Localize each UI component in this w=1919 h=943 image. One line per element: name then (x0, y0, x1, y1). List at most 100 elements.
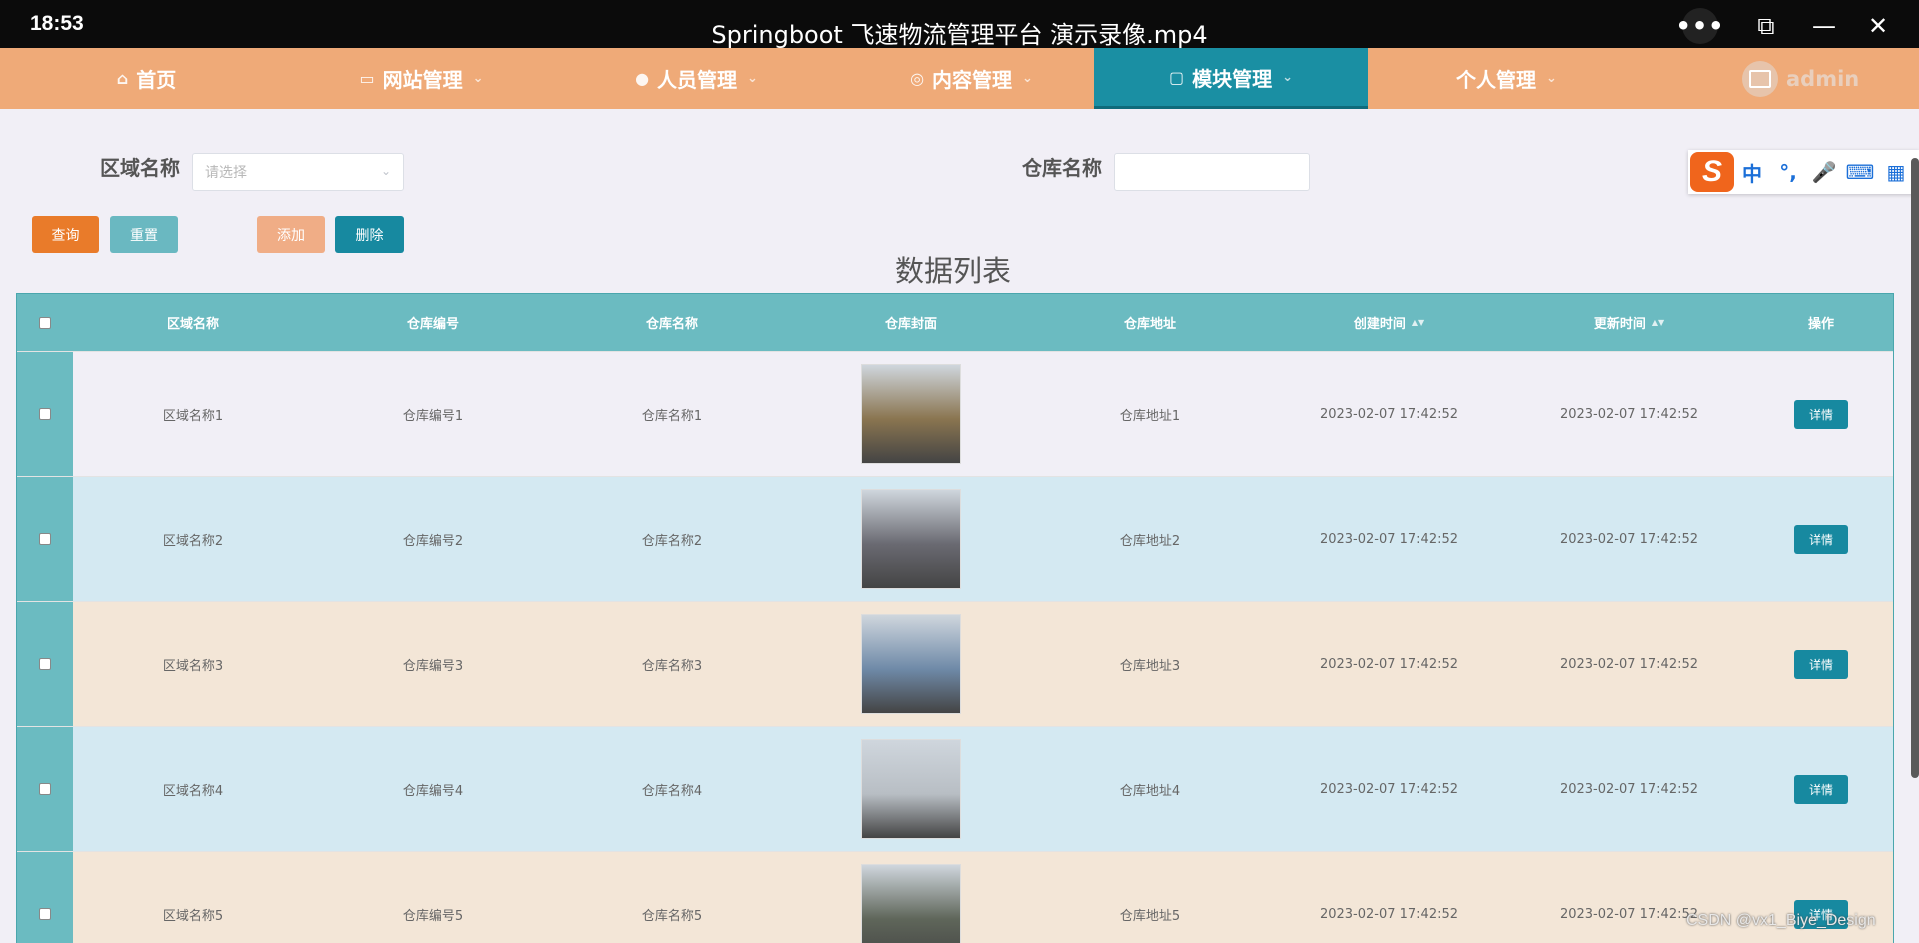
warehouse-cover-image[interactable] (861, 864, 961, 943)
col-warehouse-cover-cell (791, 852, 1031, 943)
sort-icon[interactable]: ▲▼ (1412, 319, 1424, 327)
vertical-scrollbar[interactable] (1911, 158, 1919, 778)
row-checkbox[interactable] (39, 908, 51, 920)
copy-icon: ▢ (1168, 67, 1185, 87)
warehouse-cover-image[interactable] (861, 489, 961, 589)
warehouse-cover-image[interactable] (861, 739, 961, 839)
area-name-select[interactable]: 请选择 ⌄ (192, 153, 404, 191)
grid-menu-icon[interactable]: ▦ (1878, 160, 1914, 184)
detail-button[interactable]: 详情 (1794, 399, 1848, 429)
nav-item-label: 模块管理 (1192, 66, 1273, 91)
row-select-cell (17, 477, 73, 601)
col-warehouse-address-cell: 仓库地址2 (1119, 533, 1181, 549)
nav-item-0[interactable]: ⌂ 首页 (9, 48, 284, 109)
row-select-cell (17, 852, 73, 943)
col-warehouse-code-cell: 仓库编号3 (402, 658, 464, 674)
table-row: 区域名称2 仓库编号2 仓库名称2 仓库地址2 2023-02-07 17:42:52 2… (17, 476, 1893, 601)
col-area-name-cell: 区域名称2 (162, 533, 224, 549)
col-created-time-cell: 2023-02-07 17:42:52 (1319, 906, 1459, 922)
detail-button[interactable]: 详情 (1794, 774, 1848, 804)
table-row: 区域名称1 仓库编号1 仓库名称1 仓库地址1 2023-02-07 17:42:52 2… (17, 351, 1893, 476)
header-label: 创建时间 (1353, 317, 1406, 332)
col-warehouse-address-cell: 仓库地址4 (1119, 783, 1181, 799)
col-warehouse-cover-header: 仓库封面 (791, 294, 1031, 351)
close-button[interactable]: ✕ (1860, 8, 1896, 44)
row-checkbox[interactable] (39, 658, 51, 670)
select-all-checkbox[interactable] (39, 316, 51, 329)
user-menu[interactable]: admin (1742, 60, 1859, 98)
row-checkbox[interactable] (39, 783, 51, 795)
table-body: 区域名称1 仓库编号1 仓库名称1 仓库地址1 2023-02-07 17:42:52 2… (17, 351, 1893, 943)
nav-item-label: 人员管理 (657, 68, 738, 92)
table-header: 区域名称 仓库编号 仓库名称 仓库封面 仓库地址 创建时间 ▲▼ 更新时间 ▲▼ 操作 (17, 294, 1893, 351)
col-warehouse-name-cell: 仓库名称5 (641, 908, 703, 924)
detail-button[interactable]: 详情 (1794, 649, 1848, 679)
col-warehouse-code-cell: 仓库编号5 (402, 908, 464, 924)
col-area-name-cell: 区域名称1 (162, 408, 224, 424)
app-window: ⌂ 首页 ▭ 网站管理 ⌄ ● 人员管理 ⌄ ◎ 内容管理 ⌄ ▢ 模块管理 ⌄ 个人管理 ⌄ admin 区域… (0, 48, 1919, 943)
col-created-time-header[interactable]: 创建时间 ▲▼ (1269, 294, 1509, 351)
col-actions-cell: 详情 (1749, 352, 1893, 476)
avatar (1742, 61, 1778, 97)
col-created-time-cell: 2023-02-07 17:42:52 (1319, 781, 1459, 797)
minimize-button[interactable]: — (1806, 8, 1842, 44)
col-warehouse-address-cell: 仓库地址5 (1119, 908, 1181, 924)
row-select-cell (17, 602, 73, 726)
warehouse-cover-image[interactable] (861, 364, 961, 464)
table-row: 区域名称4 仓库编号4 仓库名称4 仓库地址4 2023-02-07 17:42:52 2… (17, 726, 1893, 851)
sogou-logo-icon[interactable]: S (1690, 152, 1734, 192)
col-warehouse-cover-cell (791, 602, 1031, 726)
col-warehouse-cover-cell (791, 727, 1031, 851)
row-checkbox[interactable] (39, 533, 51, 545)
warehouse-name-input[interactable] (1114, 153, 1310, 191)
ime-chinese-mode-icon[interactable]: 中 (1734, 158, 1770, 187)
col-updated-time-header[interactable]: 更新时间 ▲▼ (1509, 294, 1749, 351)
data-table: 区域名称 仓库编号 仓库名称 仓库封面 仓库地址 创建时间 ▲▼ 更新时间 ▲▼ 操作 区域名称1… (16, 293, 1894, 943)
picture-in-picture-icon[interactable]: ⧉ (1748, 8, 1784, 44)
col-warehouse-code-header: 仓库编号 (313, 294, 553, 351)
nav-item-1[interactable]: ▭ 网站管理 ⌄ (284, 48, 559, 109)
user-icon: ● (635, 69, 650, 88)
table-row: 区域名称3 仓库编号3 仓库名称3 仓库地址3 2023-02-07 17:42:52 2… (17, 601, 1893, 726)
chevron-down-icon: ⌄ (747, 71, 758, 86)
warehouse-cover-image[interactable] (861, 614, 961, 714)
ime-toolbar: S 中 °, 🎤 ⌨ ▦ (1688, 150, 1919, 194)
chevron-down-icon: ⌄ (1022, 71, 1033, 86)
more-options-button[interactable]: ••• (1675, 8, 1724, 44)
header-label: 操作 (1807, 317, 1834, 332)
row-select-cell (17, 352, 73, 476)
col-warehouse-code-cell: 仓库编号2 (402, 533, 464, 549)
col-updated-time-cell: 2023-02-07 17:42:52 (1559, 531, 1699, 547)
video-title: Springboot 飞速物流管理平台 演示录像.mp4 (711, 21, 1208, 49)
col-warehouse-cover-cell (791, 477, 1031, 601)
col-actions-cell: 详情 (1749, 477, 1893, 601)
chevron-down-icon: ⌄ (380, 164, 391, 178)
nav-item-3[interactable]: ◎ 内容管理 ⌄ (834, 48, 1109, 109)
col-warehouse-name-cell: 仓库名称2 (641, 533, 703, 549)
nav-item-5[interactable]: 个人管理 ⌄ (1369, 48, 1644, 109)
home-icon: ⌂ (116, 69, 129, 88)
detail-button[interactable]: 详情 (1794, 524, 1848, 554)
col-area-name-cell: 区域名称5 (162, 908, 224, 924)
chevron-down-icon: ⌄ (1546, 71, 1557, 86)
col-warehouse-code-cell: 仓库编号1 (402, 408, 464, 424)
nav-item-4[interactable]: ▢ 模块管理 ⌄ (1094, 48, 1368, 109)
header-label: 仓库名称 (645, 317, 698, 332)
sort-icon[interactable]: ▲▼ (1652, 319, 1664, 327)
col-warehouse-address-cell: 仓库地址3 (1119, 658, 1181, 674)
nav-item-2[interactable]: ● 人员管理 ⌄ (559, 48, 834, 109)
col-warehouse-address-cell: 仓库地址1 (1119, 408, 1181, 424)
header-label: 区域名称 (166, 317, 219, 332)
keyboard-icon[interactable]: ⌨ (1842, 160, 1878, 184)
watermark: CSDN @vx1_Biye_Design (1686, 912, 1876, 929)
row-checkbox[interactable] (39, 408, 51, 420)
chevron-down-icon: ⌄ (472, 71, 484, 86)
header-label: 更新时间 (1593, 317, 1646, 332)
area-select-placeholder: 请选择 (205, 165, 247, 181)
col-area-name-header: 区域名称 (73, 294, 313, 351)
username: admin (1786, 67, 1860, 91)
header-label: 仓库地址 (1123, 317, 1176, 332)
microphone-icon[interactable]: 🎤 (1806, 160, 1842, 184)
ime-punctuation-icon[interactable]: °, (1770, 160, 1806, 184)
select-all-cell (17, 294, 73, 351)
